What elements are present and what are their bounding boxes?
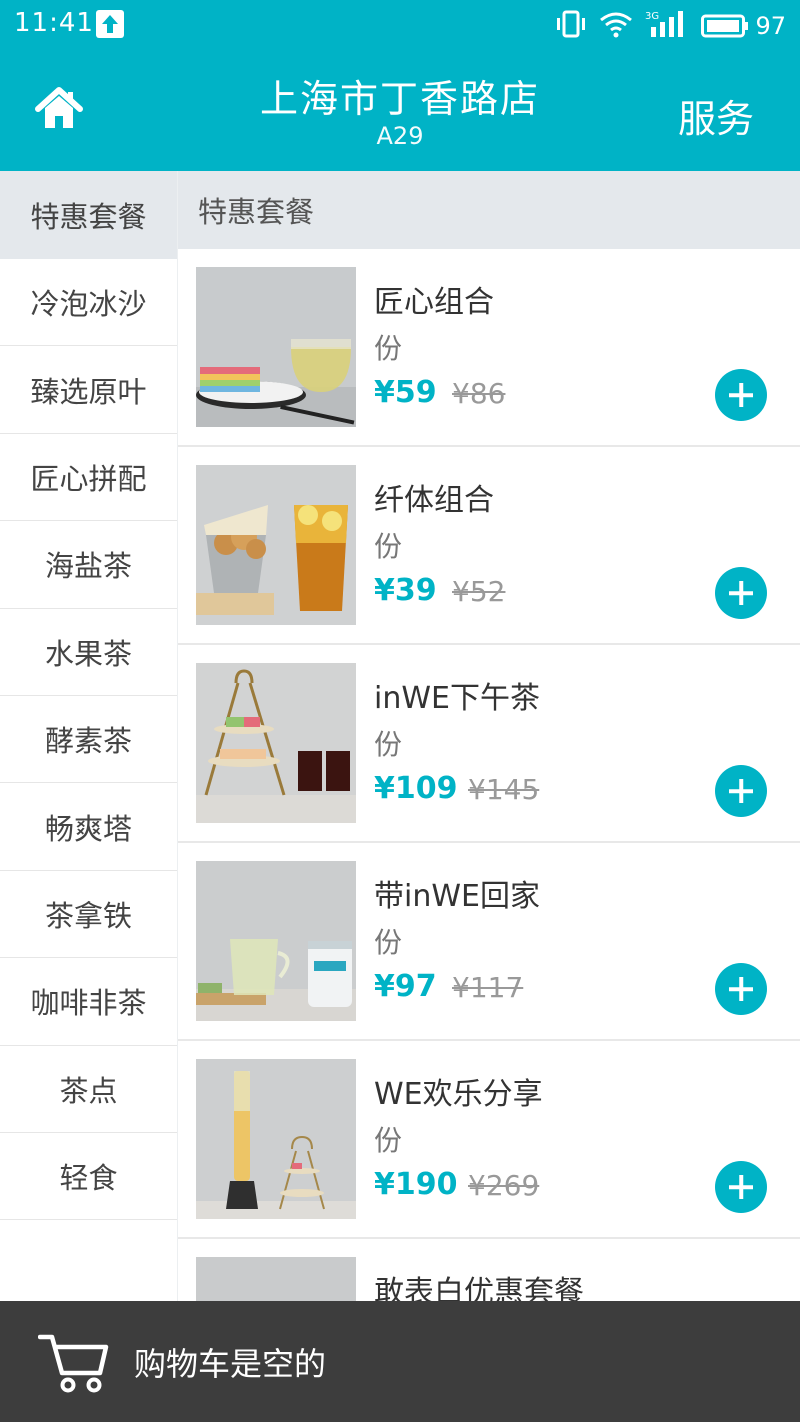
product-unit: 份 (374, 530, 403, 563)
add-to-cart-button[interactable] (715, 765, 767, 817)
product-item[interactable]: 匠心组合 份 ¥59 ¥86 (178, 249, 800, 447)
product-price: ¥109 (374, 771, 458, 806)
section-title: 特惠套餐 (178, 171, 800, 249)
product-image (196, 465, 356, 625)
product-original-price: ¥269 (468, 1169, 540, 1202)
category-item[interactable]: 匠心拼配 (0, 433, 177, 522)
product-original-price: ¥117 (452, 971, 524, 1004)
category-sidebar: 特惠套餐 冷泡冰沙 臻选原叶 匠心拼配 海盐茶 水果茶 酵素茶 畅爽塔 茶拿铁 … (0, 171, 178, 1301)
product-name: 带inWE回家 (374, 879, 540, 914)
product-list: 特惠套餐 匠心组合 份 ¥59 ¥86 纤体组合 份 ¥39 ¥52 inWE下… (178, 171, 800, 1301)
product-price: ¥190 (374, 1167, 458, 1202)
category-item[interactable]: 酵素茶 (0, 695, 177, 784)
product-name: 纤体组合 (374, 483, 494, 518)
add-to-cart-button[interactable] (715, 963, 767, 1015)
upload-icon (96, 10, 124, 38)
product-image (196, 663, 356, 823)
product-price: ¥97 (374, 969, 437, 1004)
vibrate-icon (555, 10, 587, 42)
status-bar: 11:41 3G 97 (0, 0, 800, 52)
add-to-cart-button[interactable] (715, 567, 767, 619)
signal-icon: 3G (645, 9, 689, 43)
product-original-price: ¥52 (452, 575, 506, 608)
product-unit: 份 (374, 926, 403, 959)
battery-level: 97 (755, 12, 786, 40)
product-image (196, 861, 356, 1021)
cart-status-text: 购物车是空的 (134, 1345, 327, 1383)
product-unit: 份 (374, 1124, 403, 1157)
product-item[interactable]: 敢表白优惠套餐 (178, 1239, 800, 1301)
cart-icon[interactable] (37, 1331, 110, 1395)
product-name: inWE下午茶 (374, 681, 540, 716)
wifi-icon (599, 10, 633, 42)
category-item[interactable]: 茶拿铁 (0, 870, 177, 959)
category-item[interactable]: 冷泡冰沙 (0, 259, 177, 347)
category-item[interactable]: 臻选原叶 (0, 346, 177, 434)
product-price: ¥59 (374, 375, 437, 410)
product-price: ¥39 (374, 573, 437, 608)
product-name: 匠心组合 (374, 285, 494, 320)
product-name: 敢表白优惠套餐 (374, 1275, 584, 1301)
status-icons: 3G 97 (555, 8, 786, 44)
product-item[interactable]: WE欢乐分享 份 ¥190 ¥269 (178, 1041, 800, 1239)
category-item[interactable]: 轻食 (0, 1132, 177, 1221)
cart-bar[interactable]: 购物车是空的 (0, 1301, 800, 1422)
battery: 97 (701, 12, 786, 40)
product-image (196, 1059, 356, 1219)
add-to-cart-button[interactable] (715, 1161, 767, 1213)
svg-text:3G: 3G (645, 11, 659, 22)
service-button[interactable]: 服务 (678, 88, 754, 143)
app-header: 上海市丁香路店 A29 服务 (0, 52, 800, 171)
product-item[interactable]: 纤体组合 份 ¥39 ¥52 (178, 447, 800, 645)
category-item[interactable]: 水果茶 (0, 608, 177, 696)
product-original-price: ¥145 (468, 773, 540, 806)
product-original-price: ¥86 (452, 377, 506, 410)
product-unit: 份 (374, 728, 403, 761)
category-item[interactable]: 咖啡非茶 (0, 958, 177, 1046)
category-item[interactable]: 茶点 (0, 1045, 177, 1133)
product-unit: 份 (374, 332, 403, 365)
product-image (196, 1257, 356, 1301)
product-item[interactable]: inWE下午茶 份 ¥109 ¥145 (178, 645, 800, 843)
status-time: 11:41 (14, 8, 94, 38)
battery-icon (701, 14, 749, 38)
product-name: WE欢乐分享 (374, 1077, 543, 1112)
add-to-cart-button[interactable] (715, 369, 767, 421)
category-item[interactable]: 特惠套餐 (0, 171, 177, 259)
category-item[interactable]: 畅爽塔 (0, 783, 177, 871)
product-item[interactable]: 带inWE回家 份 ¥97 ¥117 (178, 843, 800, 1041)
category-item[interactable]: 海盐茶 (0, 521, 177, 609)
product-image (196, 267, 356, 427)
